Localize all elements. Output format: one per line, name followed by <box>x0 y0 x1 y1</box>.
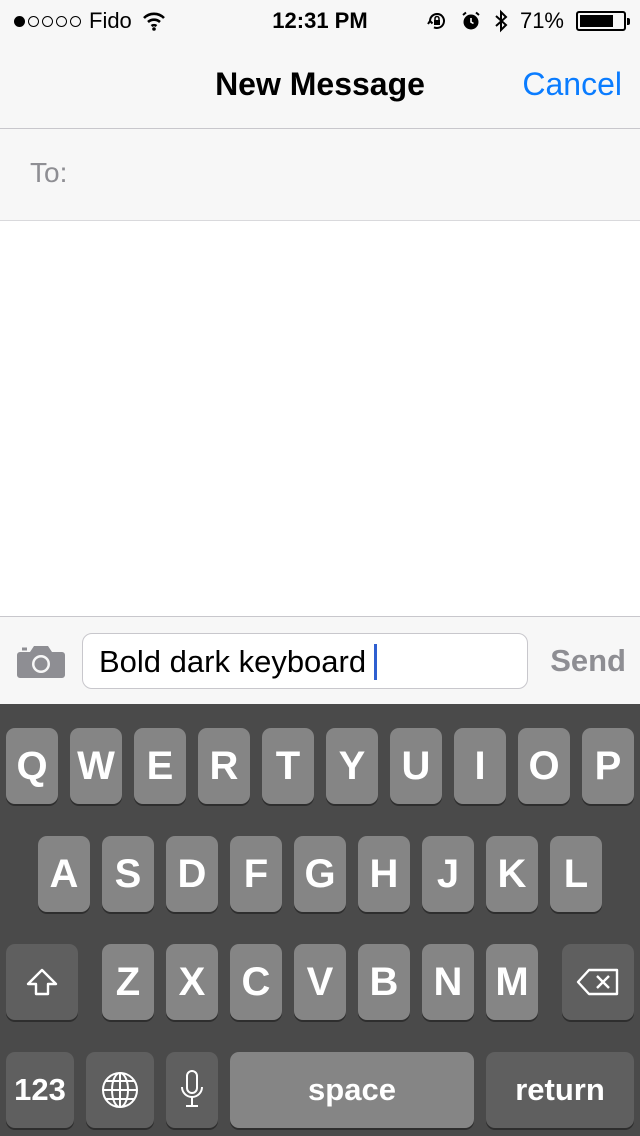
battery-icon <box>576 11 630 31</box>
key-y[interactable]: Y <box>326 728 378 804</box>
cancel-button[interactable]: Cancel <box>522 60 622 108</box>
key-p[interactable]: P <box>582 728 634 804</box>
bluetooth-icon <box>494 9 508 33</box>
key-d[interactable]: D <box>166 836 218 912</box>
return-key[interactable]: return <box>486 1052 634 1128</box>
key-h[interactable]: H <box>358 836 410 912</box>
key-z[interactable]: Z <box>102 944 154 1020</box>
message-text: Bold dark keyboard <box>99 644 367 679</box>
key-q[interactable]: Q <box>6 728 58 804</box>
key-u[interactable]: U <box>390 728 442 804</box>
to-label: To: <box>30 157 68 188</box>
globe-icon <box>100 1070 140 1110</box>
key-g[interactable]: G <box>294 836 346 912</box>
battery-percent: 71% <box>519 8 564 33</box>
text-caret <box>374 644 378 680</box>
microphone-icon <box>179 1069 205 1111</box>
key-t[interactable]: T <box>262 728 314 804</box>
key-e[interactable]: E <box>134 728 186 804</box>
recipient-row: To: <box>0 129 640 221</box>
numbers-key[interactable]: 123 <box>6 1052 74 1128</box>
key-c[interactable]: C <box>230 944 282 1020</box>
message-input[interactable]: Bold dark keyboard <box>82 633 528 689</box>
delete-icon <box>575 966 621 998</box>
navigation-bar: New Message Cancel <box>0 40 640 129</box>
key-v[interactable]: V <box>294 944 346 1020</box>
message-input-text: Bold dark keyboard <box>99 644 378 680</box>
shift-icon <box>24 966 60 998</box>
key-w[interactable]: W <box>70 728 122 804</box>
key-j[interactable]: J <box>422 836 474 912</box>
key-f[interactable]: F <box>230 836 282 912</box>
space-key[interactable]: space <box>230 1052 474 1128</box>
key-m[interactable]: M <box>486 944 538 1020</box>
key-o[interactable]: O <box>518 728 570 804</box>
key-n[interactable]: N <box>422 944 474 1020</box>
status-bar: Fido 12:31 PM 71% <box>0 0 640 40</box>
send-button[interactable]: Send <box>550 641 626 681</box>
key-x[interactable]: X <box>166 944 218 1020</box>
conversation-area <box>0 221 640 616</box>
globe-key[interactable] <box>86 1052 154 1128</box>
keyboard: Q W E R T Y U I O P A S D F G H J K L Z … <box>0 704 640 1136</box>
key-i[interactable]: I <box>454 728 506 804</box>
recipient-input[interactable] <box>90 151 614 199</box>
shift-key[interactable] <box>6 944 78 1020</box>
key-a[interactable]: A <box>38 836 90 912</box>
key-l[interactable]: L <box>550 836 602 912</box>
rotation-lock-icon <box>426 10 448 32</box>
delete-key[interactable] <box>562 944 634 1020</box>
key-r[interactable]: R <box>198 728 250 804</box>
key-k[interactable]: K <box>486 836 538 912</box>
compose-bar: Bold dark keyboard Send <box>0 616 640 704</box>
key-b[interactable]: B <box>358 944 410 1020</box>
camera-icon[interactable] <box>16 643 66 679</box>
status-right: 71% <box>426 6 630 36</box>
alarm-icon <box>460 10 482 32</box>
key-s[interactable]: S <box>102 836 154 912</box>
microphone-key[interactable] <box>166 1052 218 1128</box>
